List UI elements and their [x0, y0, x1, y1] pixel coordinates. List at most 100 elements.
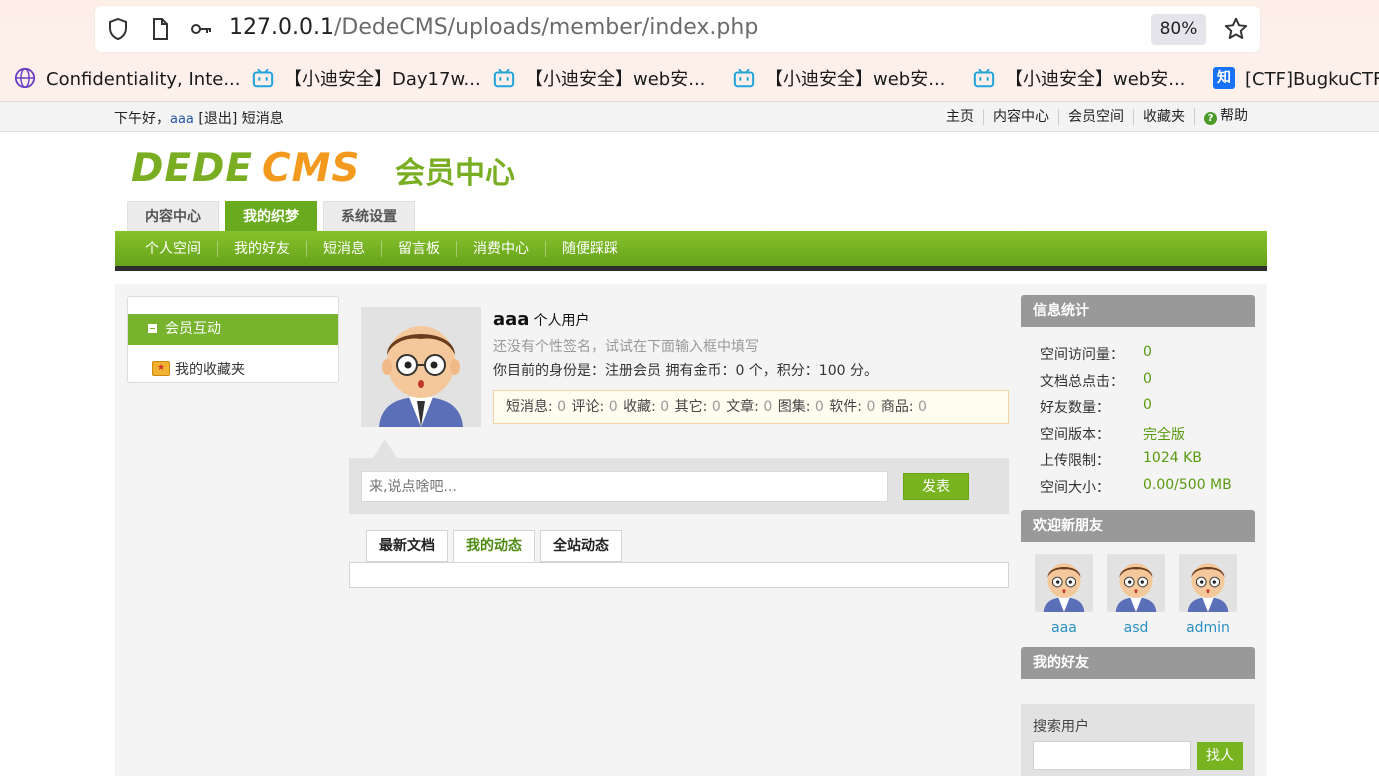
stat-value[interactable]: 0	[557, 399, 566, 415]
avatar-face-icon	[361, 307, 481, 427]
avatar[interactable]	[1179, 554, 1237, 612]
top-link-help[interactable]: ? 帮助	[1194, 108, 1257, 125]
stat-label: 商品:	[880, 399, 914, 415]
username-link[interactable]: aaa	[170, 112, 194, 127]
nav-my-friends[interactable]: 我的好友	[217, 240, 306, 257]
address-bar[interactable]: 127.0.0.1/DedeCMS/uploads/member/index.p…	[95, 6, 1260, 52]
top-link-content-center[interactable]: 内容中心	[983, 108, 1058, 125]
search-user-button[interactable]: 找人	[1197, 742, 1243, 770]
stat-val: 0	[1143, 397, 1152, 414]
main-tabs: 内容中心 我的织梦 系统设置	[127, 201, 421, 231]
stat-key: 好友数量：	[1040, 400, 1110, 417]
stat-row: 空间版本： 完全版	[1040, 424, 1232, 451]
left-menu-item-label: 我的收藏夹	[175, 362, 245, 378]
nav-personal-space[interactable]: 个人空间	[129, 241, 217, 257]
friend-card[interactable]: asd	[1107, 554, 1165, 636]
top-link-home[interactable]: 主页	[937, 109, 983, 125]
stat-label: 短消息:	[506, 399, 553, 415]
zoom-level[interactable]: 80%	[1151, 14, 1206, 45]
tab-latest-docs[interactable]: 最新文档	[366, 530, 448, 562]
stat-key: 空间大小：	[1040, 479, 1110, 496]
friend-card[interactable]: admin	[1179, 554, 1237, 636]
nav-messages[interactable]: 短消息	[306, 240, 381, 257]
logo-member-center: 会员中心	[395, 156, 515, 191]
tab-site-activity[interactable]: 全站动态	[540, 530, 622, 562]
user-search-box: 搜索用户 找人	[1021, 704, 1255, 776]
logo-cms: CMS	[262, 146, 361, 191]
bilibili-icon	[493, 68, 515, 88]
bookmark-item[interactable]: 【小迪安全】Day17w...	[252, 62, 481, 98]
site-topbar: 下午好，aaa [退出] 短消息 主页 内容中心 会员空间 收藏夹 ? 帮助	[0, 102, 1379, 132]
stat-val[interactable]: 完全版	[1143, 424, 1185, 451]
avatar[interactable]	[1107, 554, 1165, 612]
stat-value[interactable]: 0	[763, 399, 772, 415]
bookmark-item[interactable]: 【小迪安全】web安...	[973, 62, 1185, 98]
stat-value[interactable]: 0	[712, 399, 721, 415]
bookmark-item[interactable]: 知 [CTF]BugkuCTF	[1213, 62, 1379, 98]
profile-type: 个人用户	[533, 313, 590, 329]
zhihu-icon: 知	[1213, 67, 1235, 89]
signature-hint: 还没有个性签名，试试在下面输入框中填写	[493, 339, 759, 355]
stat-key: 上传限制：	[1040, 453, 1110, 470]
page-icon	[153, 18, 168, 40]
friend-name[interactable]: aaa	[1035, 620, 1093, 636]
nav-random-visit[interactable]: 随便踩踩	[545, 240, 634, 257]
tab-my-activity[interactable]: 我的动态	[453, 530, 535, 562]
top-link-member-space[interactable]: 会员空间	[1058, 108, 1133, 125]
stat-row: 好友数量： 0	[1040, 397, 1232, 424]
top-links: 主页 内容中心 会员空间 收藏夹 ? 帮助	[937, 108, 1257, 125]
top-link-favorites[interactable]: 收藏夹	[1133, 108, 1194, 125]
nav-guestbook[interactable]: 留言板	[381, 240, 456, 257]
profile-username: aaa	[493, 309, 530, 330]
stat-label: 文章:	[726, 399, 759, 415]
bookmark-item[interactable]: 【小迪安全】web安...	[493, 62, 705, 98]
identity-text: 你目前的身份是：注册会员 拥有金币：0 个，积分：100 分。	[493, 363, 878, 379]
left-menu-header-label: 会员互动	[165, 321, 221, 337]
messages-link[interactable]: 短消息	[242, 111, 284, 127]
stat-label: 评论:	[571, 399, 605, 415]
bilibili-icon	[973, 68, 995, 88]
new-friends-list: aaa asd admin	[1035, 554, 1251, 636]
post-button[interactable]: 发表	[903, 473, 969, 500]
stat-label: 软件:	[829, 399, 862, 415]
post-input[interactable]	[361, 471, 888, 502]
bookmark-item[interactable]: Confidentiality, Inte...	[14, 62, 241, 98]
help-label: 帮助	[1220, 108, 1248, 124]
avatar[interactable]	[1035, 554, 1093, 612]
bookmark-star-icon[interactable]	[1223, 16, 1249, 42]
url-text[interactable]: 127.0.0.1/DedeCMS/uploads/member/index.p…	[229, 15, 758, 40]
friend-name[interactable]: asd	[1107, 620, 1165, 636]
search-label: 搜索用户	[1033, 719, 1089, 735]
left-menu-header[interactable]: 会员互动	[128, 314, 338, 345]
tab-content-center[interactable]: 内容中心	[127, 201, 219, 231]
avatar[interactable]	[361, 307, 481, 427]
left-menu-item-favorites[interactable]: 我的收藏夹	[152, 359, 245, 379]
stat-val: 0	[1143, 370, 1152, 387]
logout-link[interactable]: [退出]	[198, 111, 237, 127]
sub-navbar: 个人空间 我的好友 短消息 留言板 消费中心 随便踩踩	[115, 231, 1267, 266]
tab-my-dream[interactable]: 我的织梦	[225, 201, 317, 231]
site-logo[interactable]: DEDE CMS 会员中心	[131, 146, 531, 194]
stat-row: 文档总点击： 0	[1040, 371, 1232, 398]
friend-name[interactable]: admin	[1179, 620, 1237, 636]
help-icon: ?	[1204, 112, 1217, 125]
stat-value[interactable]: 0	[815, 399, 824, 415]
stat-label: 收藏:	[623, 399, 656, 415]
profile-name: aaa 个人用户	[493, 309, 589, 330]
bookmark-item[interactable]: 【小迪安全】web安...	[733, 62, 945, 98]
stat-val: 0	[1143, 344, 1152, 360]
stat-key: 空间访问量：	[1040, 347, 1124, 363]
shield-icon[interactable]	[106, 17, 130, 41]
stat-value[interactable]: 0	[609, 399, 618, 415]
logo-dede: DEDE	[131, 146, 254, 191]
stat-value[interactable]: 0	[866, 399, 875, 415]
navbar-divider	[115, 266, 1267, 271]
stat-value[interactable]: 0	[918, 399, 927, 415]
info-stats-list: 空间访问量： 0 文档总点击： 0 好友数量： 0 空间版本： 完全版 上传限制： 102…	[1040, 344, 1232, 504]
key-icon[interactable]	[189, 17, 213, 41]
tab-system-settings[interactable]: 系统设置	[323, 201, 415, 231]
nav-consumption-center[interactable]: 消费中心	[456, 240, 545, 257]
stat-value[interactable]: 0	[660, 399, 669, 415]
search-user-input[interactable]	[1033, 741, 1191, 770]
friend-card[interactable]: aaa	[1035, 554, 1093, 636]
